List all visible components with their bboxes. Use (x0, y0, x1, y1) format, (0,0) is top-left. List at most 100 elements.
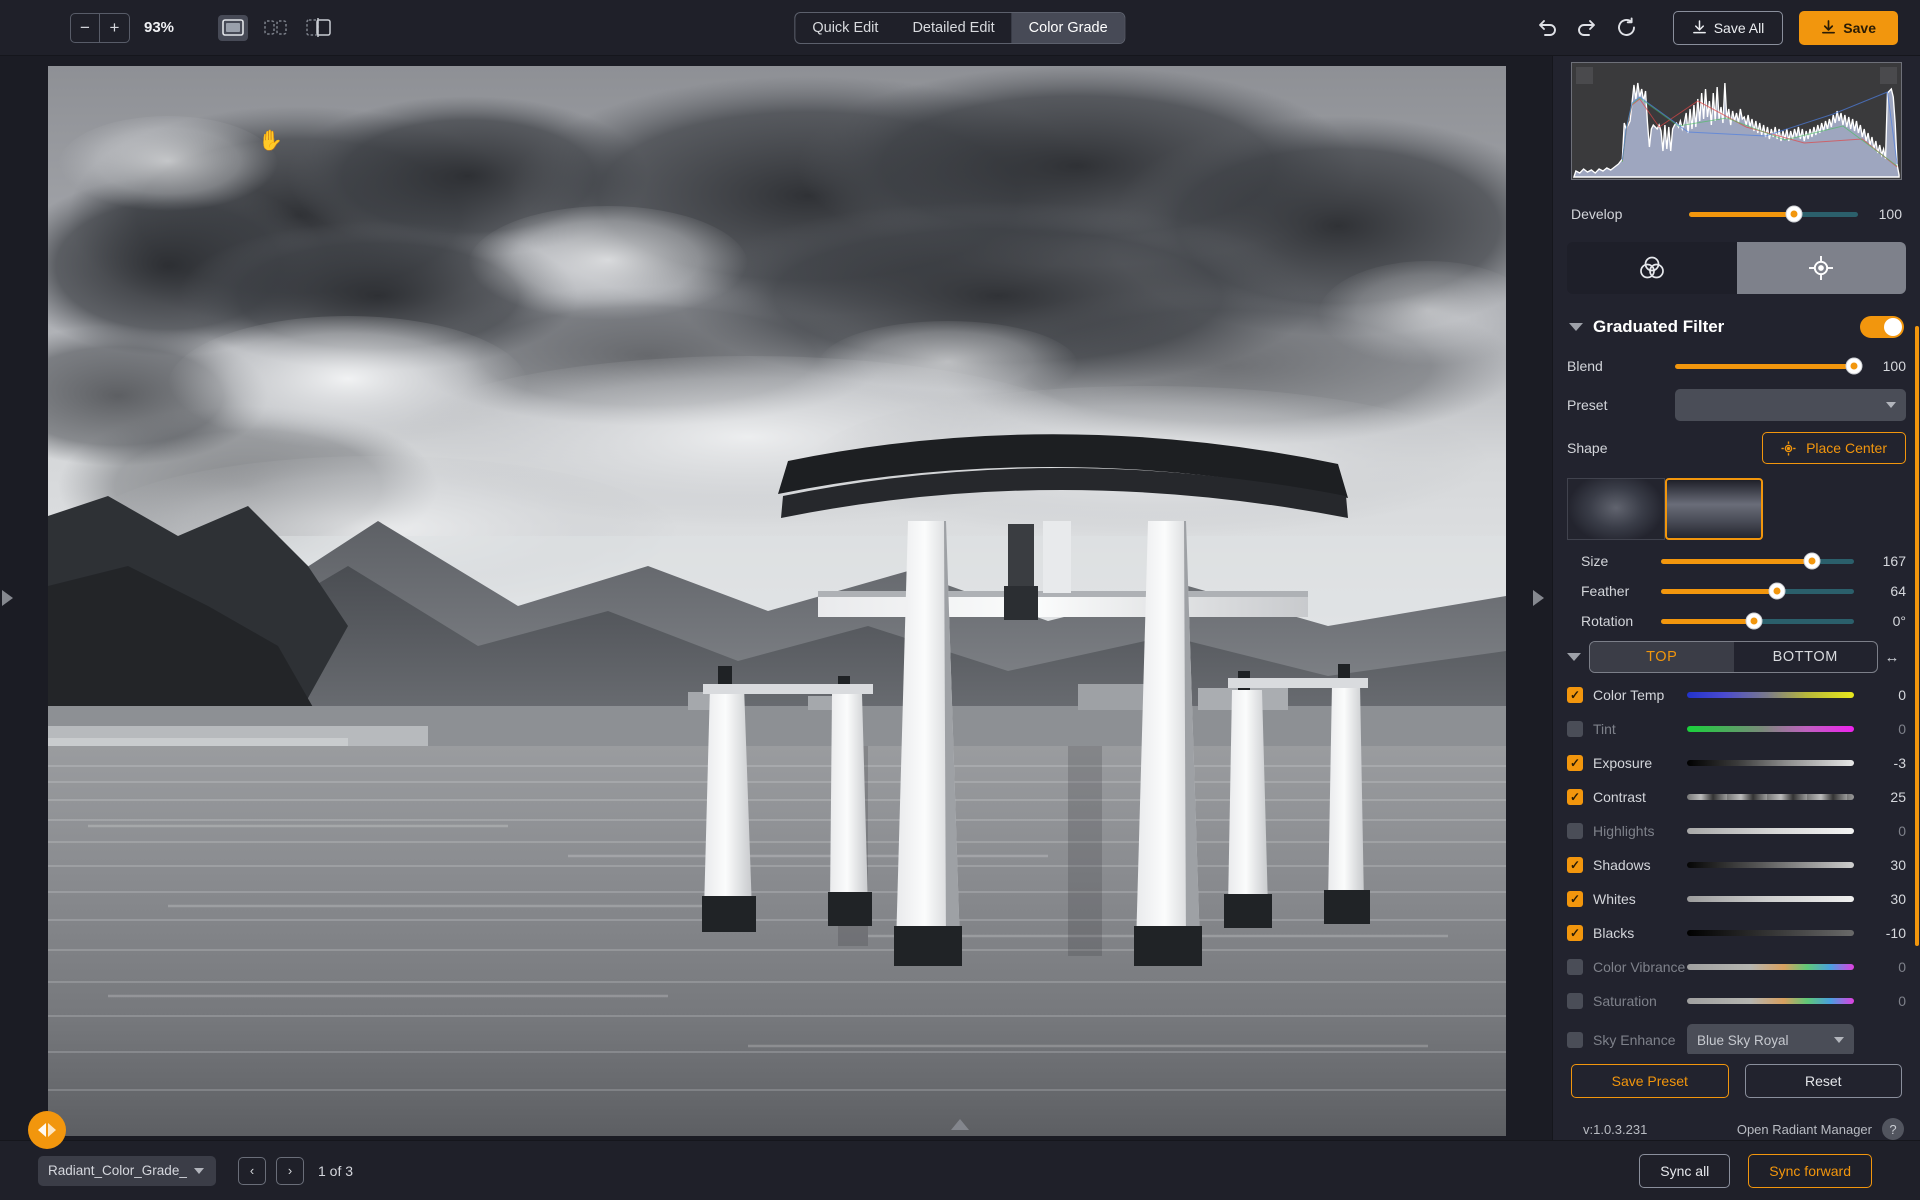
blend-slider-knob[interactable] (1845, 357, 1863, 375)
saturation-checkbox[interactable] (1567, 993, 1583, 1009)
open-radiant-manager-link[interactable]: Open Radiant Manager (1737, 1122, 1872, 1137)
save-preset-button[interactable]: Save Preset (1571, 1064, 1729, 1098)
next-image-button[interactable]: › (276, 1156, 304, 1185)
zoom-controls: − + 93% (70, 12, 175, 43)
expand-right-panel-arrow[interactable] (1533, 590, 1544, 606)
feather-slider-knob[interactable] (1768, 582, 1786, 600)
shadows-checkbox[interactable] (1567, 857, 1583, 873)
tint-slider[interactable] (1687, 726, 1854, 732)
panel-scrollbar[interactable] (1914, 56, 1920, 1140)
color-temp-checkbox[interactable] (1567, 687, 1583, 703)
adjust-row-color-vibrance: Color Vibrance 0 (1567, 950, 1906, 984)
canvas-area: ✋ (0, 56, 1552, 1149)
develop-slider[interactable] (1689, 205, 1858, 223)
saturation-slider[interactable] (1687, 998, 1854, 1004)
bottom-half-button[interactable]: BOTTOM (1734, 642, 1878, 672)
tint-checkbox[interactable] (1567, 721, 1583, 737)
sync-all-button[interactable]: Sync all (1639, 1153, 1731, 1188)
tab-color-grade[interactable]: Color Grade (1011, 12, 1125, 43)
panel-scrollbar-thumb[interactable] (1915, 326, 1919, 946)
exposure-checkbox[interactable] (1567, 755, 1583, 771)
contrast-checkbox[interactable] (1567, 789, 1583, 805)
split-view-icon[interactable] (261, 15, 291, 41)
blend-label: Blend (1567, 358, 1603, 374)
preset-select[interactable] (1675, 389, 1906, 421)
sync-forward-button[interactable]: Sync forward (1748, 1153, 1872, 1188)
feather-slider[interactable] (1661, 582, 1854, 600)
graduated-shape-tile[interactable] (1665, 478, 1763, 540)
right-panel-scroll: Develop 100 Graduated Filter Blend 100 P… (1553, 56, 1920, 1054)
saturation-label: Saturation (1593, 993, 1657, 1009)
expand-filmstrip-arrow[interactable] (951, 1119, 969, 1130)
sky-enhance-select[interactable]: Blue Sky Royal (1687, 1024, 1854, 1054)
develop-slider-knob[interactable] (1785, 205, 1803, 223)
tab-detailed-edit[interactable]: Detailed Edit (895, 13, 1011, 43)
whites-checkbox[interactable] (1567, 891, 1583, 907)
color-wheels-tab[interactable] (1567, 242, 1737, 294)
color-vibrance-checkbox[interactable] (1567, 959, 1583, 975)
help-icon[interactable]: ? (1882, 1118, 1904, 1140)
adjust-row-exposure: Exposure -3 (1567, 746, 1906, 780)
rotation-label: Rotation (1581, 613, 1634, 629)
highlights-slider[interactable] (1687, 828, 1854, 834)
target-adjust-tab[interactable] (1736, 242, 1906, 294)
tab-quick-edit[interactable]: Quick Edit (795, 13, 895, 43)
size-slider-knob[interactable] (1803, 552, 1821, 570)
blend-slider[interactable] (1675, 357, 1863, 375)
version-label: v:1.0.3.231 (1583, 1121, 1648, 1137)
top-toolbar: − + 93% Quick Edit Detailed Edit Color G… (0, 0, 1920, 56)
feather-value: 64 (1890, 583, 1906, 599)
zoom-out-button[interactable]: − (70, 12, 100, 43)
panel-reset-button[interactable]: Reset (1744, 1064, 1902, 1098)
color-temp-slider[interactable] (1687, 692, 1854, 698)
expand-left-panel-arrow[interactable] (2, 590, 13, 606)
highlights-checkbox[interactable] (1567, 823, 1583, 839)
sky-enhance-checkbox[interactable] (1567, 1032, 1583, 1048)
sky-enhance-label: Sky Enhance (1593, 1032, 1676, 1048)
swap-halves-icon[interactable]: ↔ (1878, 649, 1906, 666)
feather-label: Feather (1581, 583, 1630, 599)
color-vibrance-slider[interactable] (1687, 964, 1854, 970)
contrast-slider[interactable] (1687, 794, 1854, 800)
zoom-in-button[interactable]: + (100, 12, 130, 43)
save-button[interactable]: Save (1799, 10, 1898, 45)
save-all-button[interactable]: Save All (1672, 10, 1784, 45)
reset-icon[interactable] (1607, 10, 1647, 46)
whites-slider[interactable] (1687, 896, 1854, 902)
blacks-checkbox[interactable] (1567, 925, 1583, 941)
photo-preview[interactable] (48, 66, 1506, 1136)
rotation-slider[interactable] (1661, 612, 1854, 630)
rotation-value: 0° (1892, 613, 1906, 629)
develop-value: 100 (1878, 206, 1902, 222)
size-slider[interactable] (1661, 552, 1854, 570)
graduated-filter-toggle[interactable] (1860, 316, 1904, 338)
shadows-slider[interactable] (1687, 862, 1854, 868)
blend-row: Blend 100 (1567, 348, 1906, 384)
compare-view-icon[interactable] (304, 15, 334, 41)
radial-shape-tile[interactable] (1567, 478, 1665, 540)
highlights-label: Highlights (1593, 823, 1655, 839)
file-name-select[interactable]: Radiant_Color_Grade_ (38, 1155, 216, 1186)
collapse-adjust-caret-icon[interactable] (1567, 653, 1581, 661)
chevron-down-icon (1886, 402, 1896, 408)
highlights-value: 0 (1898, 823, 1906, 839)
collapse-caret-icon[interactable] (1569, 323, 1583, 331)
redo-icon[interactable] (1567, 10, 1607, 46)
single-view-icon[interactable] (218, 14, 249, 41)
section-title: Graduated Filter (1593, 317, 1725, 336)
download-icon (1822, 20, 1836, 34)
blacks-slider[interactable] (1687, 930, 1854, 936)
histogram (1571, 62, 1902, 180)
size-row: Size 167 (1567, 546, 1906, 576)
exposure-slider[interactable] (1687, 760, 1854, 766)
adjust-row-saturation: Saturation 0 (1567, 984, 1906, 1018)
rotation-slider-knob[interactable] (1745, 612, 1763, 630)
whites-value: 30 (1890, 891, 1906, 907)
place-center-button[interactable]: Place Center (1762, 432, 1906, 464)
top-half-button[interactable]: TOP (1590, 642, 1734, 672)
zoom-level-label: 93% (144, 19, 175, 36)
undo-icon[interactable] (1527, 10, 1567, 46)
previous-image-button[interactable]: ‹ (238, 1156, 266, 1185)
image-counter: 1 of 3 (318, 1162, 354, 1179)
before-after-compare-button[interactable] (28, 1111, 66, 1149)
